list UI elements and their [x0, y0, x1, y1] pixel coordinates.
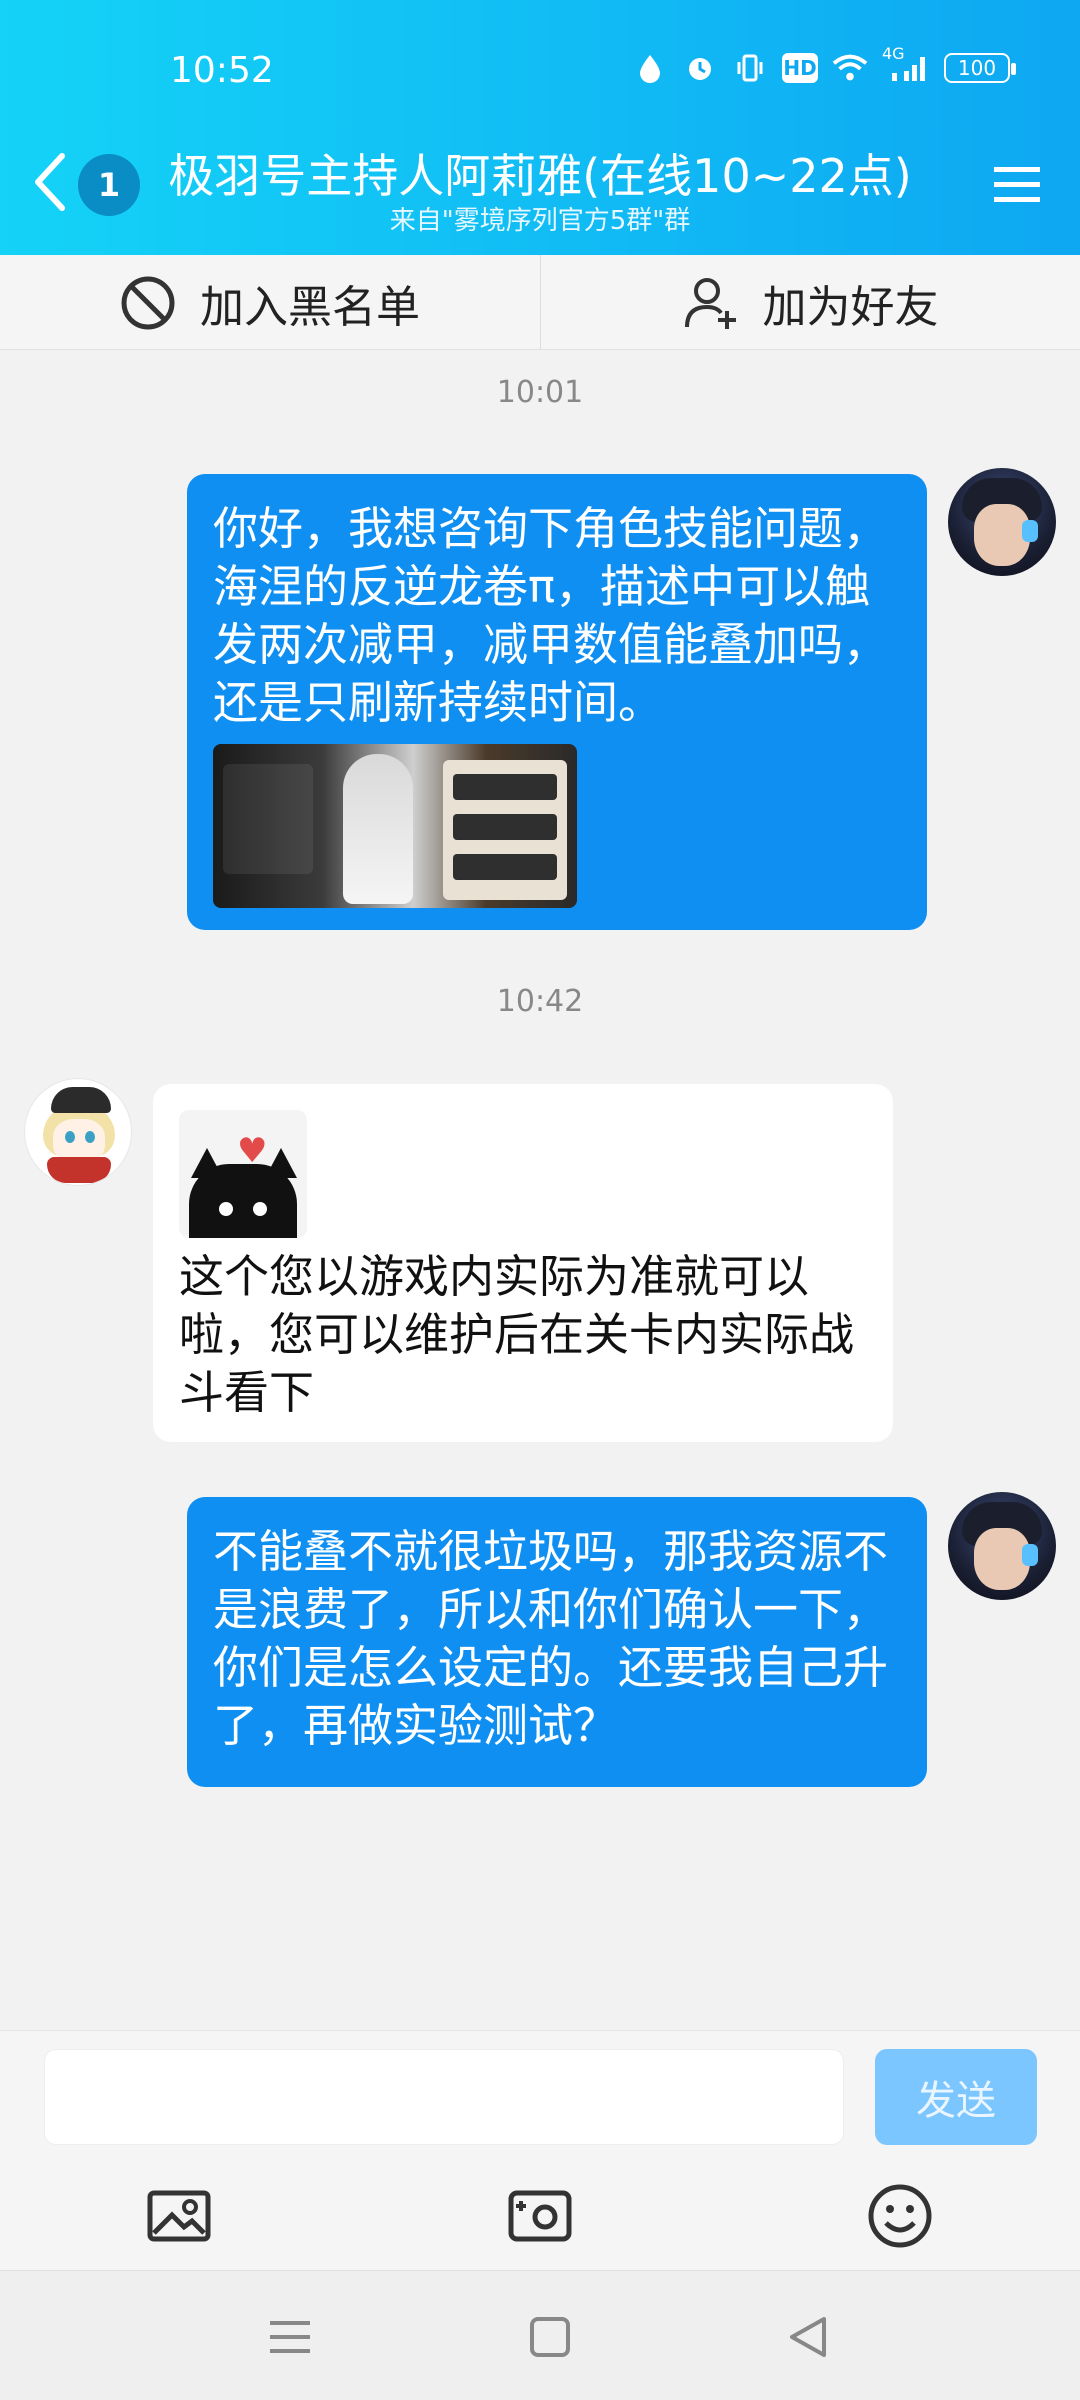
add-friend-icon: [684, 277, 736, 329]
system-nav-bar: [0, 2270, 1080, 2400]
drop-icon: [632, 50, 668, 86]
message-text: 这个您以游戏内实际为准就可以啦，您可以维护后在关卡内实际战斗看下: [179, 1250, 855, 1419]
blacklist-label: 加入黑名单: [200, 281, 420, 333]
chat-subtitle: 来自"雾境序列官方5群"群: [389, 206, 691, 236]
blacklist-button[interactable]: 加入黑名单: [0, 255, 540, 350]
chat-header: 10:52 HD 4G 100 1 极羽号主持人阿莉雅(在线10~22点) 来自…: [0, 0, 1080, 255]
chat-title: 极羽号主持人阿莉雅(在线10~22点): [168, 149, 912, 203]
timestamp: 10:42: [496, 984, 584, 1019]
status-icons: HD 4G 100: [632, 44, 1016, 86]
menu-icon[interactable]: [994, 165, 1040, 205]
avatar[interactable]: [948, 1492, 1056, 1600]
avatar[interactable]: [948, 468, 1056, 576]
message-text: 你好，我想咨询下角色技能问题，海涅的反逆龙卷π，描述中可以触发两次减甲，减甲数值…: [213, 502, 889, 729]
block-icon: [121, 276, 175, 329]
vibrate-icon: [732, 50, 768, 86]
input-area: 发送: [0, 2030, 1080, 2270]
hd-icon: HD: [782, 53, 818, 83]
add-friend-label: 加为好友: [762, 281, 939, 333]
timestamp: 10:01: [496, 375, 584, 410]
emoji-icon[interactable]: [865, 2181, 935, 2251]
message-bubble-outgoing[interactable]: 不能叠不就很垃圾吗，那我资源不是浪费了，所以和你们确认一下，你们是怎么设定的。还…: [187, 1497, 927, 1787]
battery-indicator: 100: [944, 53, 1016, 83]
message-input[interactable]: [44, 2049, 844, 2145]
unread-count-badge[interactable]: 1: [78, 154, 140, 216]
camera-icon[interactable]: [505, 2181, 575, 2251]
status-time: 10:52: [170, 50, 274, 91]
nav-back-icon[interactable]: [780, 2309, 836, 2365]
message-image[interactable]: [213, 744, 577, 908]
wifi-icon: [832, 50, 868, 86]
status-bar: 10:52 HD 4G 100: [0, 40, 1080, 102]
signal-icon: 4G: [882, 44, 930, 86]
message-bubble-outgoing[interactable]: 你好，我想咨询下角色技能问题，海涅的反逆龙卷π，描述中可以触发两次减甲，减甲数值…: [187, 474, 927, 930]
avatar[interactable]: [24, 1078, 132, 1186]
photo-icon[interactable]: [144, 2181, 214, 2251]
nav-home-icon[interactable]: [522, 2309, 578, 2365]
add-friend-button[interactable]: 加为好友: [540, 255, 1080, 350]
message-bubble-incoming[interactable]: ♥ 这个您以游戏内实际为准就可以啦，您可以维护后在关卡内实际战斗看下: [153, 1084, 893, 1442]
alarm-icon: [682, 50, 718, 86]
cat-sticker[interactable]: ♥: [179, 1110, 307, 1238]
message-text: 不能叠不就很垃圾吗，那我资源不是浪费了，所以和你们确认一下，你们是怎么设定的。还…: [213, 1525, 889, 1752]
network-label: 4G: [882, 44, 905, 63]
send-button[interactable]: 发送: [875, 2049, 1037, 2145]
back-arrow-icon[interactable]: [30, 152, 70, 212]
nav-menu-icon[interactable]: [262, 2309, 318, 2365]
action-bar: 加入黑名单 加为好友: [0, 255, 1080, 350]
